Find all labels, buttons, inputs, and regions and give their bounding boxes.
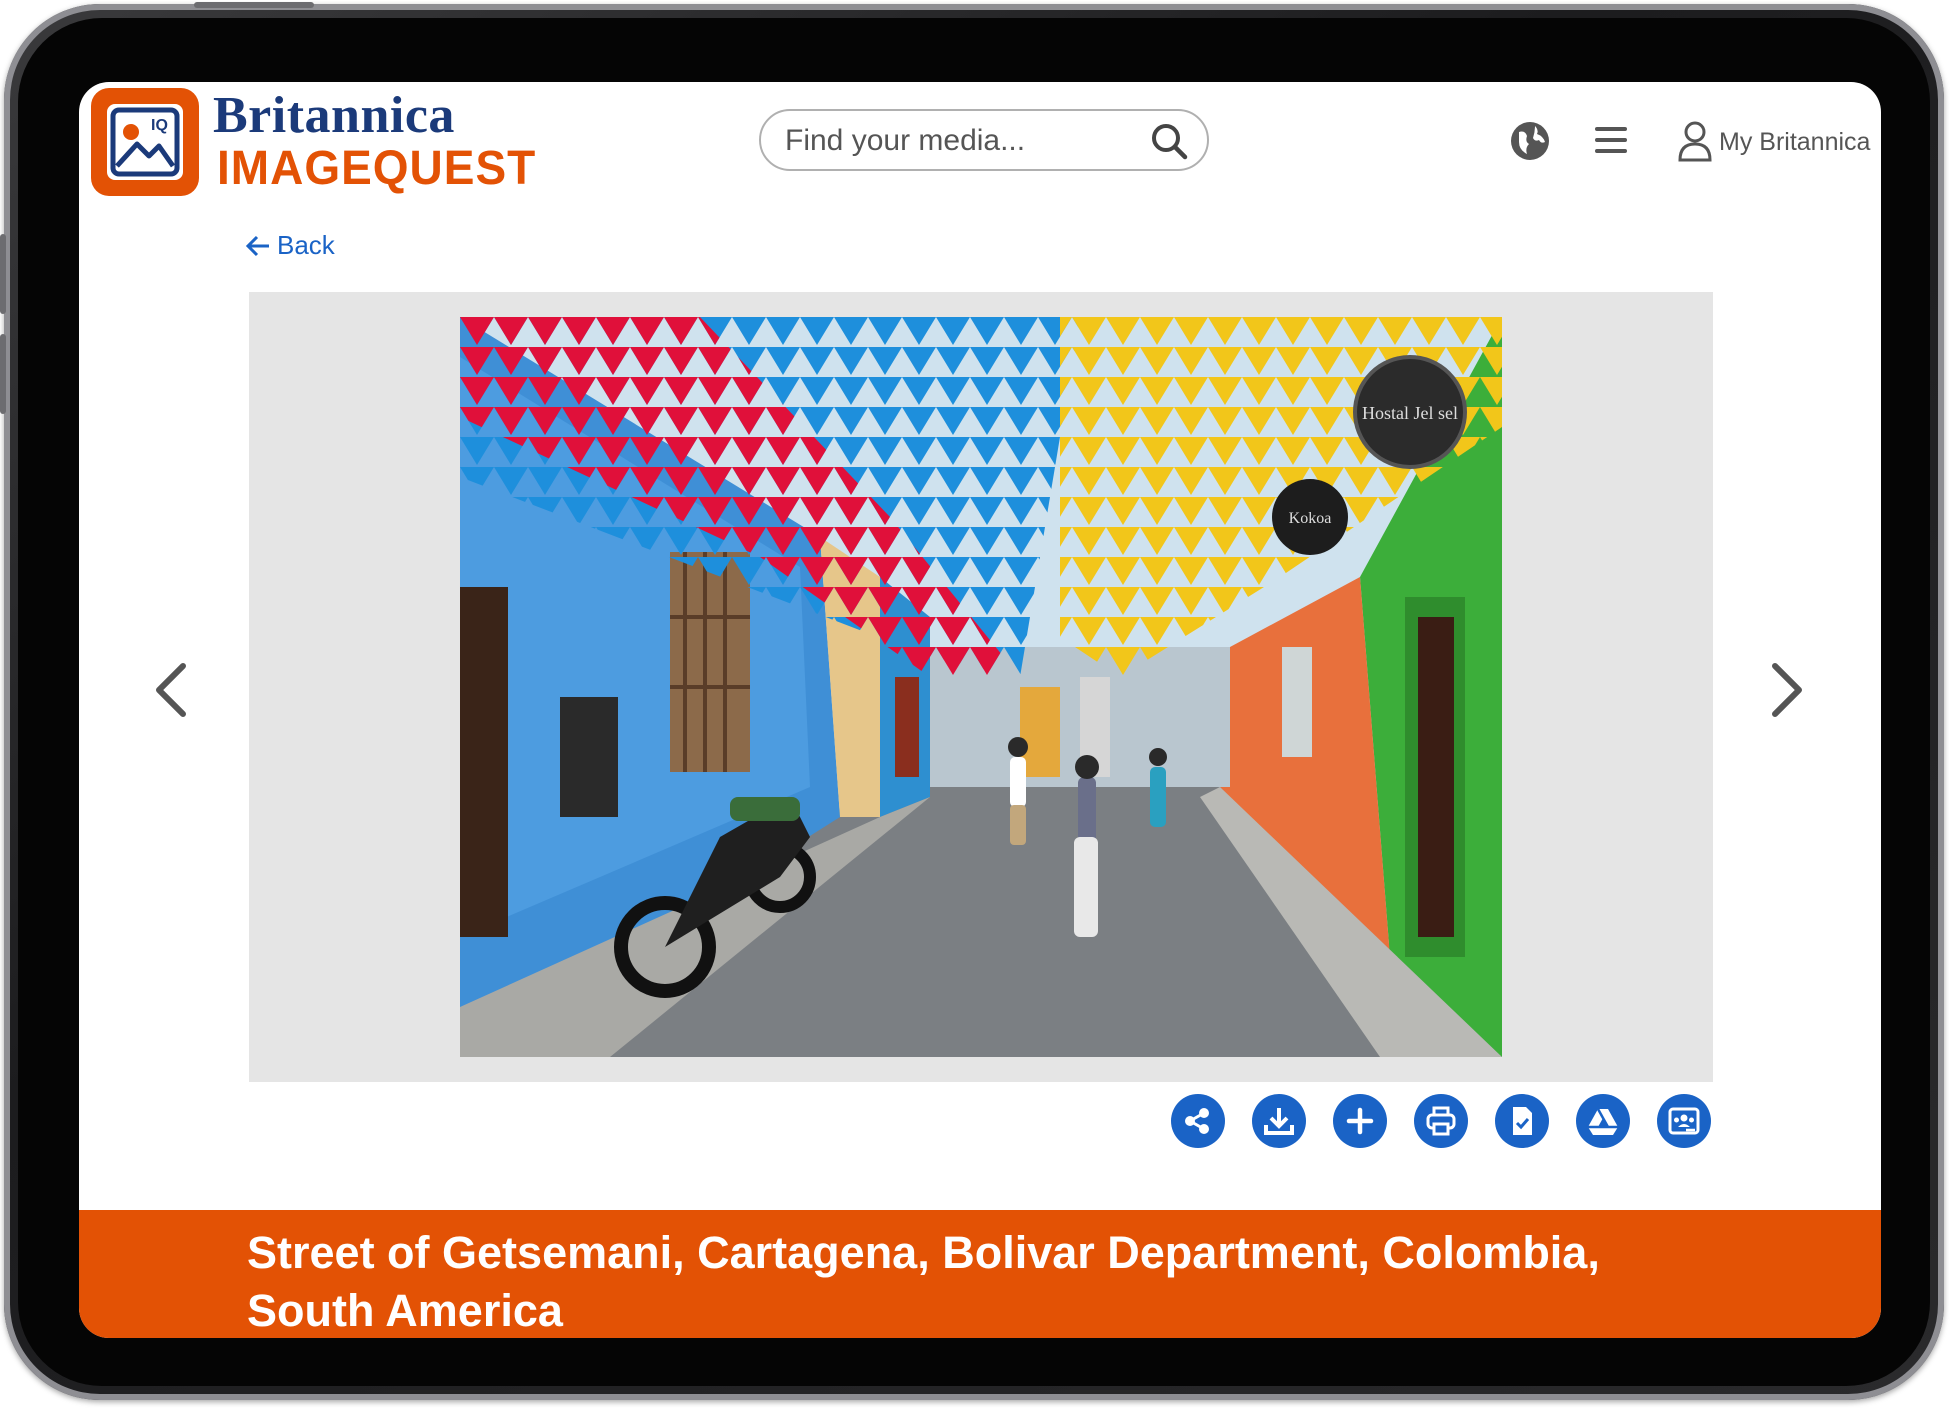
plus-icon [1346, 1107, 1374, 1135]
chevron-left-icon[interactable] [153, 660, 189, 720]
image-title: Street of Getsemani, Cartagena, Bolivar … [247, 1227, 1600, 1336]
kokoa-sign: Kokoa [1289, 510, 1332, 527]
cite-button[interactable] [1495, 1094, 1549, 1148]
image-viewer: Hostal Jel sel Kokoa [249, 292, 1713, 1082]
side-button [0, 334, 6, 414]
street-photo: Hostal Jel sel Kokoa [460, 317, 1502, 1057]
share-icon [1185, 1108, 1209, 1134]
search-input[interactable] [783, 119, 1127, 163]
google-drive-icon [1588, 1108, 1618, 1135]
search-box [759, 109, 1209, 171]
classroom-icon [1668, 1107, 1700, 1135]
google-classroom-button[interactable] [1657, 1094, 1711, 1148]
badge-text: IQ [151, 117, 168, 134]
brand-name: Britannica [213, 87, 455, 144]
back-label: Back [277, 230, 335, 260]
document-check-icon [1513, 1107, 1532, 1135]
user-icon[interactable] [1677, 120, 1713, 162]
menu-icon[interactable] [1593, 124, 1629, 156]
download-button[interactable] [1252, 1094, 1306, 1148]
tablet-frame: IQ Britannica IMAGEQUEST Find your media… [0, 2, 1944, 1400]
add-button[interactable] [1333, 1094, 1387, 1148]
share-button[interactable] [1171, 1094, 1225, 1148]
main-photo[interactable]: Hostal Jel sel Kokoa [460, 317, 1502, 1057]
action-toolbar [1171, 1094, 1711, 1148]
globe-icon[interactable] [1509, 120, 1551, 162]
arrow-left-icon [245, 235, 269, 256]
caption-banner: Street of Getsemani, Cartagena, Bolivar … [79, 1210, 1881, 1338]
logo-badge-inner: IQ [107, 104, 183, 180]
side-button [0, 234, 6, 314]
hostal-sign: Hostal Jel sel [1362, 403, 1458, 423]
search-icon[interactable] [1149, 121, 1189, 161]
chevron-right-icon[interactable] [1769, 660, 1805, 720]
screen: IQ Britannica IMAGEQUEST Find your media… [79, 82, 1881, 1338]
print-button[interactable] [1414, 1094, 1468, 1148]
account-link[interactable]: My Britannica [1719, 128, 1870, 157]
image-icon: IQ [110, 107, 180, 177]
google-drive-button[interactable] [1576, 1094, 1630, 1148]
logo[interactable]: IQ [91, 88, 199, 196]
download-icon [1264, 1108, 1294, 1135]
brand-subname: IMAGEQUEST [217, 139, 537, 195]
top-button [194, 2, 314, 8]
back-link[interactable]: Back [245, 230, 335, 261]
printer-icon [1426, 1106, 1456, 1136]
